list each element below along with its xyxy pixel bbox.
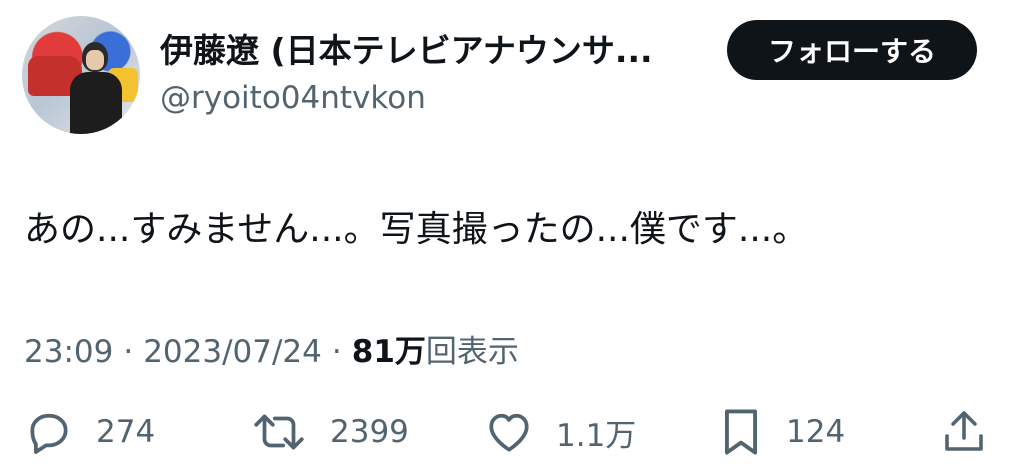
- avatar-person-body: [70, 72, 122, 134]
- meta-separator: ·: [123, 334, 134, 370]
- bookmark-button[interactable]: 124: [718, 406, 845, 458]
- avatar[interactable]: [22, 16, 140, 134]
- reply-icon: [24, 407, 74, 457]
- views-label: 回表示: [425, 334, 519, 370]
- like-button[interactable]: 1.1万: [484, 406, 636, 458]
- heart-icon: [484, 407, 534, 457]
- bookmark-count: 124: [786, 414, 846, 450]
- meta-separator: ·: [331, 334, 342, 370]
- follow-button[interactable]: フォローする: [727, 20, 977, 80]
- reply-count: 274: [96, 414, 156, 450]
- action-bar: 274 2399 1.1万 124: [0, 400, 1024, 464]
- retweet-button[interactable]: 2399: [250, 406, 409, 458]
- tweet-time[interactable]: 23:09: [24, 334, 113, 370]
- retweet-count: 2399: [330, 414, 409, 450]
- retweet-icon: [250, 407, 308, 457]
- share-icon: [942, 408, 986, 456]
- share-button[interactable]: [942, 406, 986, 458]
- display-name[interactable]: 伊藤遼 (日本テレビアナウンサ...: [160, 24, 700, 72]
- tweet-text: あの...すみません...。写真撮ったの...僕です...。: [24, 209, 809, 250]
- user-handle[interactable]: @ryoito04ntvkon: [160, 80, 426, 116]
- tweet-date[interactable]: 2023/07/24: [143, 334, 322, 370]
- views-count: 81万: [351, 334, 426, 370]
- bookmark-icon: [718, 406, 764, 458]
- like-count: 1.1万: [556, 417, 637, 454]
- tweet-meta: 23:09 · 2023/07/24 · 81万 回表示: [24, 326, 519, 371]
- reply-button[interactable]: 274: [24, 406, 155, 458]
- avatar-person-face: [86, 50, 104, 70]
